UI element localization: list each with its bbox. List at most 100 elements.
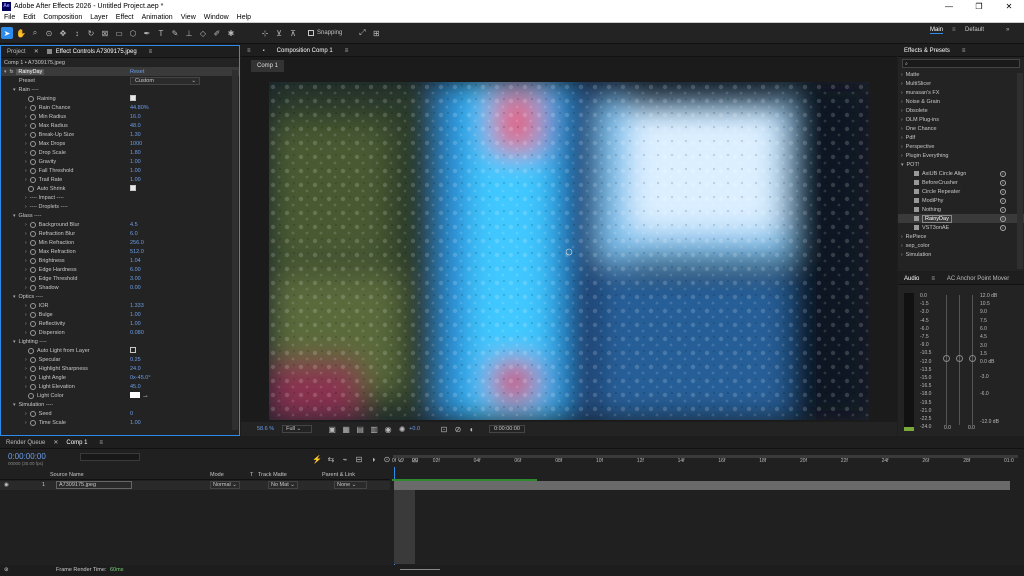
effect-list-item[interactable]: AxiUB Circle Align i [898,169,1024,178]
chevron-right-icon[interactable]: › [901,72,903,78]
stopwatch-icon[interactable] [29,410,36,417]
snapping-checkbox[interactable] [308,30,314,36]
effect-property-row[interactable]: › Max Drops 1000 [1,139,239,148]
chevron-down-icon[interactable]: ▾ [901,162,904,168]
effect-list-item[interactable]: › sep_color [898,241,1024,250]
graph-editor-icon[interactable]: ⚡ [311,453,323,465]
effect-property-row[interactable]: Auto Shrink [1,184,239,193]
chevron-down-icon[interactable]: ▾ [4,69,7,75]
chevron-down-icon[interactable]: ▾ [13,213,16,219]
effect-list-item[interactable]: Nothing i [898,205,1024,214]
puppet-tool-icon[interactable]: ✱ [225,27,237,39]
column-parent-link[interactable]: Parent & Link [322,472,355,478]
panel-menu-icon[interactable]: ≡ [93,437,109,449]
effect-property-row[interactable]: › Specular 0.25 [1,355,239,364]
property-checkbox[interactable] [130,184,139,193]
property-value[interactable]: 45.0 [130,384,141,390]
resolution-dropdown[interactable]: Full ⌄ [282,425,313,433]
workspace-overflow-icon[interactable]: » [1006,27,1009,33]
chevron-right-icon[interactable]: › [25,150,27,156]
eyedropper-icon[interactable]: ⊸ [143,394,148,400]
stopwatch-icon[interactable] [29,374,36,381]
close-icon[interactable]: ✕ [51,437,60,449]
effect-property-row[interactable]: Auto Light from Layer [1,346,239,355]
tab-project[interactable]: Project [1,46,32,58]
effect-list-item[interactable]: › Obsolete [898,106,1024,115]
effect-property-row[interactable]: › Fall Threshold 1.00 [1,166,239,175]
workspace-main[interactable]: Main [930,27,944,34]
effect-property-row[interactable]: › Bulge 1.00 [1,310,239,319]
chevron-right-icon[interactable]: › [901,135,903,141]
effect-property-row[interactable]: ▾ Optics ---- [1,292,239,301]
track-matte-dropdown[interactable]: No Mat ⌄ [268,481,298,489]
work-area-bar[interactable] [393,455,1018,458]
timeline-search-input[interactable] [80,453,140,461]
layer-mode-dropdown[interactable]: Normal ⌄ [210,481,240,489]
panel-menu-icon[interactable]: ≡ [925,273,941,285]
render-time-icon[interactable]: ⊛ [4,567,9,573]
effect-property-row[interactable]: › ---- Impact ---- [1,193,239,202]
stopwatch-icon[interactable] [28,347,34,354]
stopwatch-icon[interactable] [28,185,34,192]
effect-list-item[interactable]: › Plugin Everything [898,151,1024,160]
menu-effect[interactable]: Effect [112,14,138,21]
effect-list-item[interactable]: ModiPhy i [898,196,1024,205]
effect-property-row[interactable]: Light Color ⊸ [1,391,239,400]
snap-grid-icon[interactable]: ⊞ [370,27,382,39]
chevron-right-icon[interactable]: › [25,420,27,426]
property-value[interactable]: 1.04 [130,258,141,264]
guides-icon[interactable]: ▥ [368,423,380,435]
world-axis-icon[interactable]: ⊻ [273,27,285,39]
chevron-right-icon[interactable]: › [901,252,903,258]
effect-property-row[interactable]: › Brightness 1.04 [1,256,239,265]
panel-menu-icon[interactable]: ≡ [143,46,159,58]
effect-property-row[interactable]: › Light Elevation 45.0 [1,382,239,391]
effect-list-item[interactable]: › Noise & Grain [898,97,1024,106]
chevron-right-icon[interactable]: › [901,243,903,249]
chevron-right-icon[interactable]: › [25,276,27,282]
stopwatch-icon[interactable] [29,113,36,120]
property-value[interactable]: 16.0 [130,114,141,120]
chevron-right-icon[interactable]: › [25,357,27,363]
chevron-down-icon[interactable]: ▾ [13,294,16,300]
chevron-right-icon[interactable]: › [25,366,27,372]
effect-list-item[interactable]: › OLM Plug-ins [898,115,1024,124]
timeline-timecode[interactable]: 0:00:00:00 [8,452,46,461]
property-value[interactable]: 1000 [130,141,142,147]
stopwatch-icon[interactable] [29,320,36,327]
effect-property-row[interactable]: › Gravity 1.00 [1,157,239,166]
menu-file[interactable]: File [0,14,19,21]
chevron-right-icon[interactable]: › [901,153,903,159]
column-source-name[interactable]: Source Name [50,472,84,478]
fx-icon[interactable]: fx [10,69,14,75]
stopwatch-icon[interactable] [29,131,36,138]
preset-dropdown[interactable]: Custom ⌄ [130,76,200,85]
workspace-menu-icon[interactable]: ≡ [952,27,956,33]
property-value[interactable]: 1.00 [130,177,141,183]
menu-view[interactable]: View [177,14,200,21]
chevron-down-icon[interactable]: ▾ [13,339,16,345]
chevron-right-icon[interactable]: › [25,321,27,327]
snap-options-icon[interactable]: ⤢ [356,27,368,39]
draft-3d-icon[interactable]: ⇆ [325,453,337,465]
stopwatch-icon[interactable] [29,158,36,165]
stopwatch-icon[interactable] [29,176,36,183]
property-value[interactable]: 1.80 [130,150,141,156]
menu-composition[interactable]: Composition [39,14,86,21]
chevron-right-icon[interactable]: › [25,249,27,255]
dolly-tool-icon[interactable]: ↕ [71,27,83,39]
column-mode[interactable]: Mode [210,472,224,478]
light-color-swatch[interactable]: ⊸ [130,391,148,400]
layer-name[interactable]: A7309175.jpeg [56,481,132,489]
info-icon[interactable]: i [1000,188,1006,195]
current-time-field[interactable]: 0:00:00:00 [489,425,525,433]
frame-blending-icon[interactable]: ⊟ [353,453,365,465]
selection-tool-icon[interactable]: ➤ [1,27,13,39]
property-value[interactable]: 0.080 [130,330,144,336]
effect-list-item[interactable]: Circle Repeater i [898,187,1024,196]
chevron-right-icon[interactable]: › [25,312,27,318]
stopwatch-icon[interactable] [29,221,36,228]
region-of-interest-icon[interactable]: ▣ [326,423,338,435]
chevron-right-icon[interactable]: › [25,141,27,147]
effect-property-row[interactable]: › Max Refraction 512.0 [1,247,239,256]
